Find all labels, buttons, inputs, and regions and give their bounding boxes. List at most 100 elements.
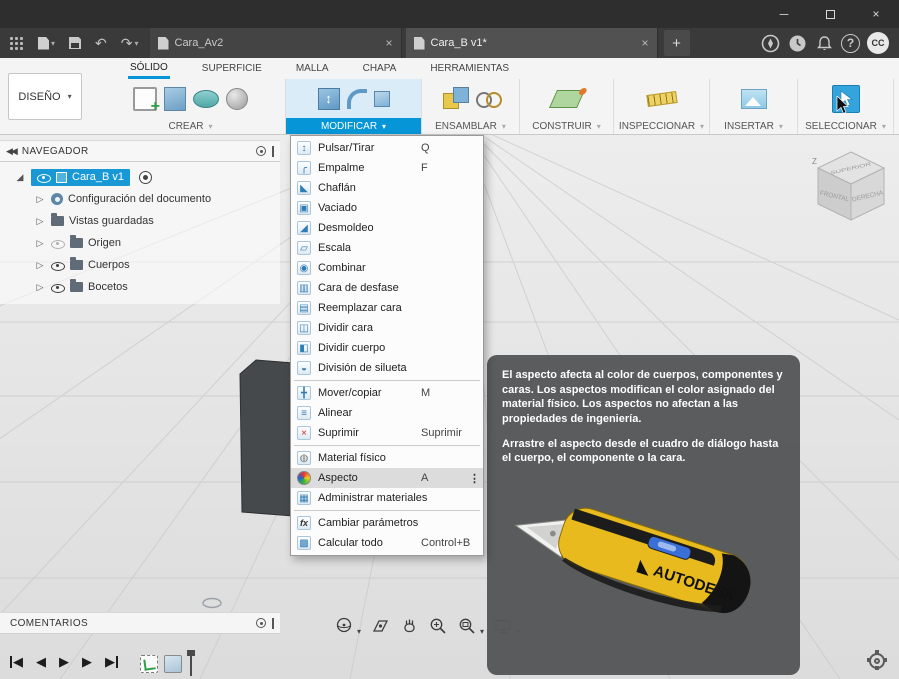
menu-item-desmoldeo[interactable]: ◢ Desmoldeo xyxy=(291,218,483,238)
menu-item-cara-de-desfase[interactable]: ▥ Cara de desfase xyxy=(291,278,483,298)
menu-item-material-f-sico[interactable]: ◍ Material físico xyxy=(291,448,483,468)
menu-item-administrar-materiales[interactable]: ▦ Administrar materiales xyxy=(291,488,483,508)
expand-arrow-icon[interactable]: ▷ xyxy=(34,238,46,249)
timeline-sketch-feature[interactable] xyxy=(140,655,158,673)
browser-item-cuerpos[interactable]: ▷ Cuerpos xyxy=(0,254,280,276)
construction-plane-icon[interactable] xyxy=(548,89,585,108)
timeline-step-forward-button[interactable]: ▶ xyxy=(82,654,92,670)
activate-component-radio[interactable] xyxy=(138,170,152,184)
ribbon-tab-malla[interactable]: MALLA xyxy=(294,58,331,79)
browser-item-bocetos[interactable]: ▷ Bocetos xyxy=(0,276,280,298)
notifications-bell-icon[interactable] xyxy=(814,33,834,53)
menu-item-combinar[interactable]: ◉ Combinar xyxy=(291,258,483,278)
press-pull-icon[interactable]: ↕ xyxy=(317,87,340,110)
menu-item-aspecto[interactable]: Aspecto A ⋮ xyxy=(291,468,483,488)
window-close-button[interactable]: × xyxy=(853,0,899,28)
revolve-icon[interactable] xyxy=(193,89,219,108)
create-sketch-icon[interactable] xyxy=(133,86,160,116)
menu-item-alinear[interactable]: ≡ Alinear xyxy=(291,403,483,423)
browser-panel-header[interactable]: ◀◀ NAVEGADOR xyxy=(0,140,280,162)
app-grid-icon[interactable] xyxy=(10,36,23,50)
joint-icon[interactable] xyxy=(476,91,502,108)
tab-close-icon[interactable]: × xyxy=(641,36,648,50)
redo-button[interactable]: ↷ ▾ xyxy=(114,28,146,58)
timeline-go-to-end-button[interactable]: ▶ xyxy=(105,654,118,670)
panel-display-icon[interactable] xyxy=(256,146,266,156)
window-minimize-button[interactable]: ─ xyxy=(761,0,807,28)
menu-item-calcular-todo[interactable]: ▩ Calcular todo Control+B xyxy=(291,533,483,553)
menu-item-suprimir[interactable]: × Suprimir Suprimir xyxy=(291,423,483,443)
expand-arrow-icon[interactable]: ◢ xyxy=(14,172,26,183)
help-icon[interactable]: ? xyxy=(841,33,860,53)
timeline-go-to-start-button[interactable]: ◀ xyxy=(10,654,23,670)
menu-item-escala[interactable]: ▱ Escala xyxy=(291,238,483,258)
menu-item-reemplazar-cara[interactable]: ▤ Reemplazar cara xyxy=(291,298,483,318)
group-label-insertar[interactable]: INSERTAR ▾ xyxy=(710,118,797,134)
group-label-seleccionar[interactable]: SELECCIONAR ▾ xyxy=(798,118,893,134)
orbit-tool[interactable]: ▾ xyxy=(334,616,361,636)
user-avatar[interactable]: CC xyxy=(867,32,889,54)
visibility-eye-icon[interactable] xyxy=(51,281,65,294)
new-tab-button[interactable]: + xyxy=(663,30,690,56)
selected-highlight[interactable]: Cara_B v1 xyxy=(31,168,130,186)
menu-item-divisi-n-de-silueta[interactable]: ◒ División de silueta xyxy=(291,358,483,378)
panel-display-icon[interactable] xyxy=(256,618,266,628)
group-label-construir[interactable]: CONSTRUIR ▾ xyxy=(520,118,613,134)
group-label-crear[interactable]: CREAR ▾ xyxy=(96,118,285,134)
expand-arrow-icon[interactable]: ▷ xyxy=(34,260,46,271)
timeline-extrude-feature[interactable] xyxy=(164,655,182,673)
visibility-eye-icon[interactable] xyxy=(51,237,65,250)
document-tab-cara-av2[interactable]: Cara_Av2 × xyxy=(149,28,402,58)
undo-button[interactable]: ↶ xyxy=(88,28,114,58)
extensions-icon[interactable] xyxy=(760,33,780,53)
group-label-modificar[interactable]: MODIFICAR ▾ xyxy=(286,118,421,134)
primitive-sphere-icon[interactable] xyxy=(226,87,248,110)
zoom-window-tool[interactable]: ▾ xyxy=(457,616,484,636)
panel-resize-handle[interactable] xyxy=(272,145,274,157)
browser-item-origen[interactable]: ▷ Origen xyxy=(0,232,280,254)
viewcube[interactable]: Z SUPERIOR FRONTAL DERECHA xyxy=(806,142,896,232)
menu-item-pulsar-tirar[interactable]: ↕ Pulsar/Tirar Q xyxy=(291,138,483,158)
insert-image-icon[interactable] xyxy=(740,88,767,109)
new-component-icon[interactable] xyxy=(443,86,469,111)
timeline-play-button[interactable]: ▶ xyxy=(59,654,69,670)
expand-arrow-icon[interactable]: ▷ xyxy=(34,282,46,293)
menu-item-dividir-cuerpo[interactable]: ◧ Dividir cuerpo xyxy=(291,338,483,358)
zoom-tool[interactable] xyxy=(428,616,448,636)
overflow-menu-icon[interactable]: ⋮ xyxy=(469,472,480,485)
look-at-tool[interactable] xyxy=(370,616,390,636)
fillet-icon[interactable] xyxy=(346,88,367,109)
comments-panel-header[interactable]: COMENTARIOS xyxy=(0,612,280,634)
ribbon-tab-chapa[interactable]: CHAPA xyxy=(361,58,399,79)
timeline-settings-gear-icon[interactable] xyxy=(869,650,885,669)
expand-arrow-icon[interactable]: ▷ xyxy=(34,216,46,227)
panel-resize-handle[interactable] xyxy=(272,617,274,629)
browser-item-vistas-guardadas[interactable]: ▷ Vistas guardadas xyxy=(0,210,280,232)
window-maximize-button[interactable] xyxy=(807,0,853,28)
save-button[interactable] xyxy=(62,28,88,58)
menu-item-empalme[interactable]: ╭ Empalme F xyxy=(291,158,483,178)
collapse-panel-icon[interactable]: ◀◀ xyxy=(6,146,18,157)
tab-close-icon[interactable]: × xyxy=(385,36,392,50)
visibility-eye-icon[interactable] xyxy=(37,171,51,184)
menu-item-dividir-cara[interactable]: ◫ Dividir cara xyxy=(291,318,483,338)
menu-item-cambiar-par-metros[interactable]: fx Cambiar parámetros xyxy=(291,513,483,533)
job-status-icon[interactable] xyxy=(787,33,807,53)
measure-icon[interactable] xyxy=(645,90,678,107)
browser-item-configuraci-n-del-documento[interactable]: ▷ Configuración del documento xyxy=(0,188,280,210)
timeline-step-back-button[interactable]: ◀ xyxy=(36,654,46,670)
menu-item-vaciado[interactable]: ▣ Vaciado xyxy=(291,198,483,218)
group-label-ensamblar[interactable]: ENSAMBLAR ▾ xyxy=(422,118,519,134)
ribbon-tab-herramientas[interactable]: HERRAMIENTAS xyxy=(428,58,511,79)
document-tab-cara-b-v1[interactable]: Cara_B v1* × xyxy=(405,28,658,58)
workspace-selector[interactable]: DISEÑO ▾ xyxy=(8,73,82,120)
pan-tool[interactable] xyxy=(399,616,419,636)
ribbon-tab-s-lido[interactable]: SÓLIDO xyxy=(128,58,170,79)
file-menu-button[interactable]: ▾ xyxy=(31,28,62,58)
ribbon-tab-superficie[interactable]: SUPERFICIE xyxy=(200,58,264,79)
browser-item-cara-b-v1[interactable]: ◢ Cara_B v1 xyxy=(0,166,280,188)
extrude-icon[interactable] xyxy=(164,86,186,111)
group-label-inspeccionar[interactable]: INSPECCIONAR ▾ xyxy=(614,118,709,134)
menu-item-chafl-n[interactable]: ◣ Chaflán xyxy=(291,178,483,198)
visibility-eye-icon[interactable] xyxy=(51,259,65,272)
